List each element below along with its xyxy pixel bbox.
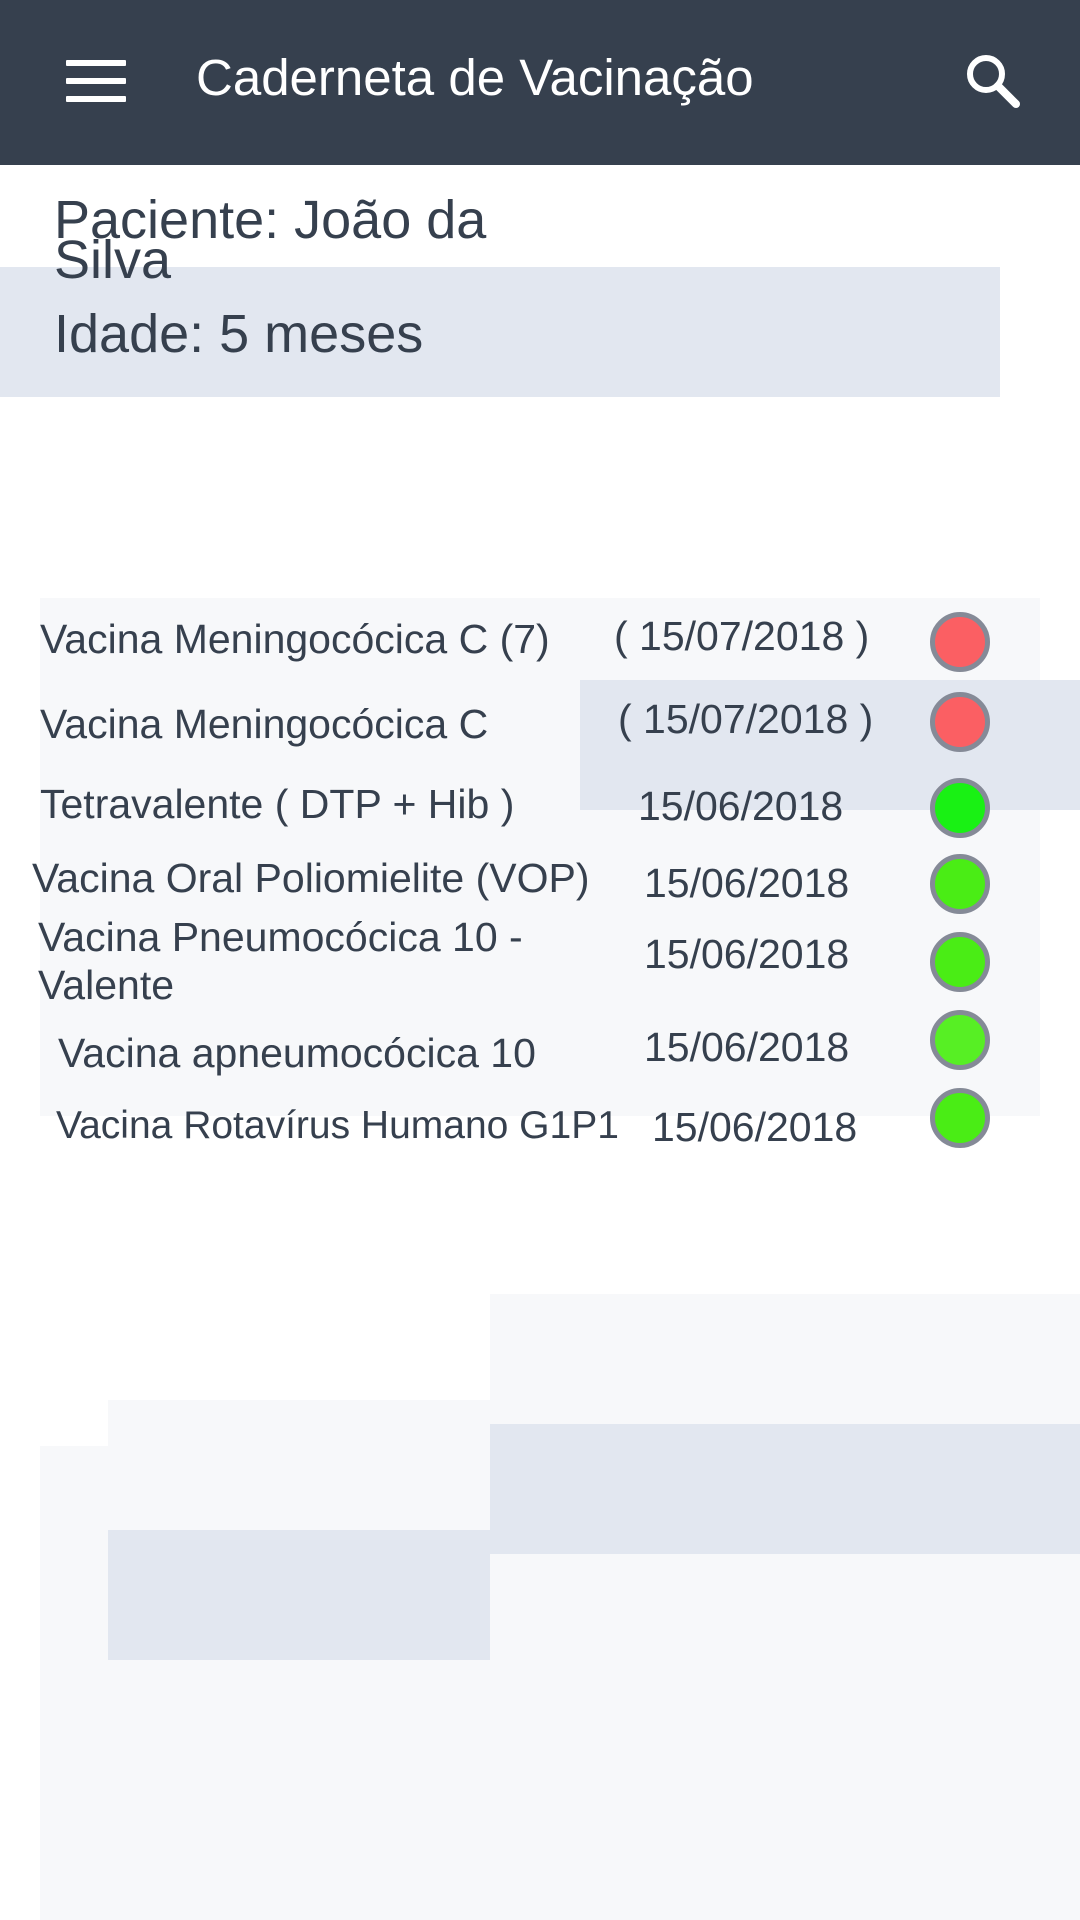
bottom-band-right [490, 1424, 1080, 1554]
status-dot [930, 932, 990, 992]
status-dot [930, 854, 990, 914]
vaccine-date: 15/06/2018 [652, 1104, 858, 1150]
vaccine-name: Vacina Pneumocócica 10 - Valente [38, 914, 523, 1008]
status-dot [930, 692, 990, 752]
menu-icon[interactable] [66, 60, 126, 102]
patient-name: Paciente: João da Silva [54, 190, 487, 290]
vaccine-date: 15/06/2018 [644, 931, 850, 977]
vaccine-name: Tetravalente ( DTP + Hib ) [40, 781, 515, 827]
vaccine-name: Vacina Meningocócica C [40, 701, 489, 747]
vaccine-name: Vacina apneumocócica 10 [58, 1030, 536, 1076]
vaccine-date: ( 15/07/2018 ) [614, 613, 870, 659]
bottom-band-left [108, 1530, 490, 1660]
app-bar: Caderneta de Vacinação [0, 0, 1080, 165]
bottom-panel-right [490, 1294, 1080, 1424]
search-icon[interactable] [962, 50, 1022, 110]
status-dot [930, 1010, 990, 1070]
app-title: Caderneta de Vacinação [196, 49, 754, 106]
vaccine-date: 15/06/2018 [644, 860, 850, 906]
vaccine-name: Vacina Rotavírus Humano G1P1 [56, 1104, 619, 1147]
vaccine-date: 15/06/2018 [644, 1024, 850, 1070]
status-dot [930, 1088, 990, 1148]
status-dot [930, 778, 990, 838]
vaccine-name: Vacina Oral Poliomielite (VOP) [32, 855, 590, 901]
vaccine-name: Vacina Meningocócica C (7) [40, 616, 550, 662]
patient-age: Idade: 5 meses [54, 304, 424, 364]
vaccine-date: 15/06/2018 [638, 783, 844, 829]
vaccine-date: ( 15/07/2018 ) [618, 696, 874, 742]
status-dot [930, 612, 990, 672]
